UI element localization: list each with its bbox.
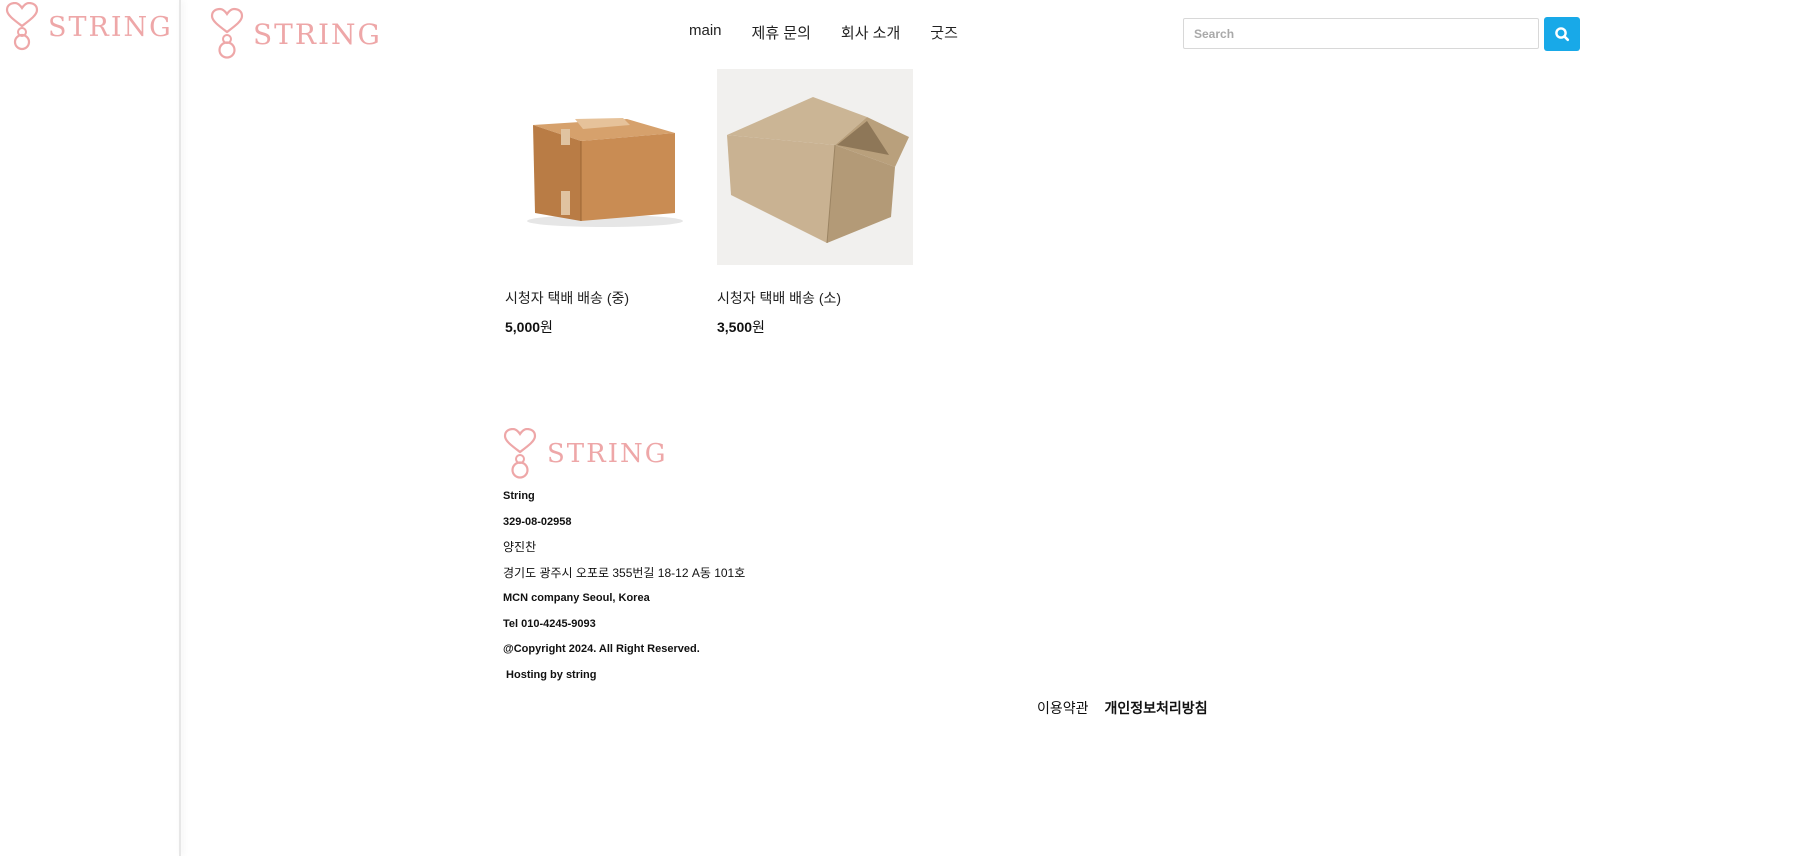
- closed-cardboard-box-image: [505, 69, 701, 265]
- footer: STRING String 329-08-02958 양진찬 경기도 광주시 오…: [503, 428, 745, 681]
- header-logo[interactable]: STRING: [209, 6, 382, 62]
- company-name: String: [503, 490, 535, 502]
- product-name[interactable]: 시청자 택배 배송 (소): [717, 288, 841, 308]
- privacy-policy-link[interactable]: 개인정보처리방침: [1105, 698, 1208, 718]
- open-cardboard-box-image: [717, 69, 913, 265]
- product-price: 3,500원: [717, 317, 765, 337]
- company-address: 경기도 광주시 오포로 355번길 18-12 A동 101호: [503, 565, 746, 580]
- price-unit: 원: [752, 319, 765, 335]
- search-button[interactable]: [1544, 17, 1580, 51]
- telephone: Tel 010-4245-9093: [503, 617, 596, 630]
- footer-logo[interactable]: STRING: [503, 428, 668, 480]
- nav-item-partnership[interactable]: 제휴 문의: [752, 22, 811, 43]
- heart-clasp-icon: [210, 7, 244, 59]
- product-name[interactable]: 시청자 택배 배송 (중): [505, 288, 629, 308]
- logo-wordmark: STRING: [547, 439, 668, 469]
- side-logo[interactable]: STRING: [4, 0, 173, 54]
- hosting-info: Hosting by string: [503, 668, 597, 681]
- price-amount: 3,500: [717, 319, 753, 335]
- product-card[interactable]: 시청자 택배 배송 (소) 3,500원: [717, 69, 913, 335]
- product-card[interactable]: 시청자 택배 배송 (중) 5,000원: [505, 69, 701, 335]
- product-image[interactable]: [505, 69, 701, 265]
- panel-divider: [179, 0, 181, 856]
- search-input[interactable]: [1183, 18, 1539, 49]
- search-icon: [1555, 27, 1570, 42]
- policy-links: 이용약관 개인정보처리방침: [1037, 698, 1208, 718]
- logo-wordmark: STRING: [253, 17, 382, 51]
- side-panel: STRING: [0, 0, 180, 856]
- search-bar: [1183, 17, 1580, 51]
- heart-clasp-icon: [5, 2, 39, 51]
- footer-info: String 329-08-02958 양진찬 경기도 광주시 오포로 355번…: [503, 488, 903, 692]
- terms-link[interactable]: 이용약관: [1037, 698, 1089, 718]
- main-nav: main 제휴 문의 회사 소개 굿즈: [689, 22, 988, 43]
- business-number: 329-08-02958: [503, 515, 572, 528]
- logo-wordmark: STRING: [48, 11, 173, 43]
- price-amount: 5,000: [505, 319, 541, 335]
- product-image[interactable]: [717, 69, 913, 265]
- copyright: @Copyright 2024. All Right Reserved.: [503, 643, 700, 655]
- nav-item-goods[interactable]: 굿즈: [930, 22, 958, 43]
- representative-name: 양진찬: [503, 540, 537, 554]
- nav-item-main[interactable]: main: [689, 22, 722, 43]
- product-price: 5,000원: [505, 317, 553, 337]
- nav-item-about[interactable]: 회사 소개: [841, 22, 900, 43]
- price-unit: 원: [540, 319, 553, 335]
- heart-clasp-icon: [503, 428, 537, 479]
- company-english-name: MCN company Seoul, Korea: [503, 592, 650, 604]
